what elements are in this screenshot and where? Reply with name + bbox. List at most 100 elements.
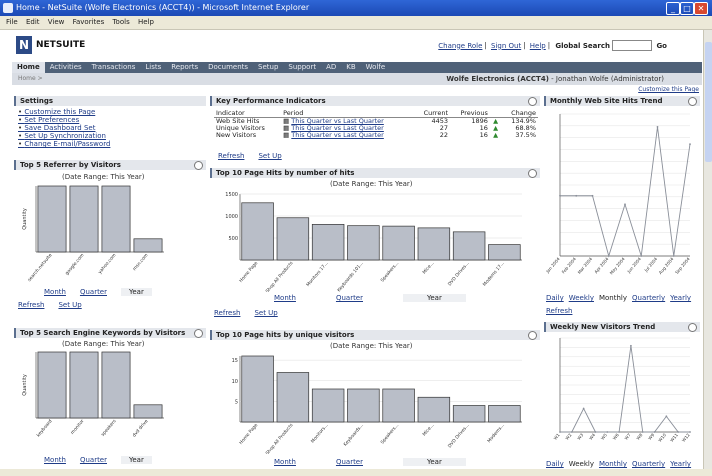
- tab-quarter[interactable]: Quarter: [80, 288, 107, 296]
- help-link[interactable]: Help: [530, 42, 546, 50]
- x-tick-label: Sep 2004: [674, 256, 691, 275]
- menu-tools[interactable]: Tools: [112, 18, 129, 26]
- sign-out-link[interactable]: Sign Out: [491, 42, 521, 50]
- tab-weekly[interactable]: Weekly: [569, 460, 594, 468]
- tab-year[interactable]: Year: [403, 458, 466, 466]
- x-tick-label: Jun 2004: [626, 256, 643, 274]
- portlet-menu-icon[interactable]: [528, 97, 537, 106]
- vertical-scrollbar[interactable]: [703, 30, 712, 476]
- bar: [241, 355, 274, 423]
- tab-monthly[interactable]: Monthly: [599, 294, 627, 302]
- page: N NETSUITE Change Role | Sign Out | Help | …: [4, 30, 703, 476]
- data-point: [641, 431, 644, 433]
- tab-wolfe[interactable]: Wolfe: [361, 62, 391, 73]
- newvisitors-header: Weekly New Visitors Trend: [544, 322, 700, 332]
- tab-year[interactable]: Year: [403, 294, 466, 302]
- minimize-icon[interactable]: _: [666, 2, 680, 15]
- tab-ad[interactable]: AD: [321, 62, 341, 73]
- tab-activities[interactable]: Activities: [45, 62, 87, 73]
- portlet-menu-icon[interactable]: [528, 169, 537, 178]
- refresh-link[interactable]: Refresh: [18, 301, 44, 309]
- tab-quarterly[interactable]: Quarterly: [632, 460, 665, 468]
- portlet-menu-icon[interactable]: [688, 323, 697, 332]
- save-dashboard-link[interactable]: Save Dashboard Set: [18, 124, 110, 132]
- tab-quarter[interactable]: Quarter: [336, 458, 363, 466]
- menu-favorites[interactable]: Favorites: [73, 18, 105, 26]
- tab-month[interactable]: Month: [44, 456, 66, 464]
- y-tick-label: 10: [232, 379, 238, 385]
- menu-file[interactable]: File: [6, 18, 18, 26]
- sub-header: Home > Wolfe Electronics (ACCT4) - Jonat…: [12, 73, 702, 85]
- x-tick-label: Mar 2004: [577, 256, 594, 275]
- webhits-portlet: Monthly Web Site Hits Trend Jan 2004 Feb …: [544, 96, 700, 316]
- tab-quarterly[interactable]: Quarterly: [632, 294, 665, 302]
- tab-daily[interactable]: Daily: [546, 294, 564, 302]
- tab-year[interactable]: Year: [121, 456, 152, 464]
- setup-link[interactable]: Set Up: [58, 301, 81, 309]
- close-icon[interactable]: ✕: [694, 2, 708, 15]
- scrollbar-thumb[interactable]: [705, 42, 712, 162]
- x-tick-label: Feb 2004: [561, 256, 578, 274]
- kpi-period-link[interactable]: This Quarter vs Last Quarter: [291, 131, 384, 139]
- x-tick-label: Speakers...: [380, 422, 401, 445]
- tab-month[interactable]: Month: [274, 458, 296, 466]
- setup-link[interactable]: Set Up: [258, 152, 281, 160]
- date-range-label: (Date Range: This Year): [330, 342, 413, 350]
- x-tick-label: Keyboards 101...: [336, 260, 365, 292]
- bar: [452, 231, 486, 261]
- global-search-input[interactable]: [612, 40, 653, 51]
- bar: [417, 396, 451, 423]
- tab-month[interactable]: Month: [274, 294, 296, 302]
- customize-link[interactable]: Customize this Page: [18, 108, 110, 116]
- kpi-current: 22: [439, 131, 448, 139]
- set-preferences-link[interactable]: Set Preferences: [18, 116, 110, 124]
- menu-edit[interactable]: Edit: [26, 18, 40, 26]
- tab-daily[interactable]: Daily: [546, 460, 564, 468]
- breadcrumb[interactable]: Home >: [18, 75, 43, 82]
- bar: [488, 405, 521, 423]
- tab-weekly[interactable]: Weekly: [569, 294, 594, 302]
- tab-kb[interactable]: KB: [341, 62, 360, 73]
- tab-quarter[interactable]: Quarter: [336, 294, 363, 302]
- menu-help[interactable]: Help: [138, 18, 154, 26]
- portlet-menu-icon[interactable]: [194, 161, 203, 170]
- data-point: [656, 126, 659, 128]
- tab-month[interactable]: Month: [44, 288, 66, 296]
- tab-quarter[interactable]: Quarter: [80, 456, 107, 464]
- refresh-link[interactable]: Refresh: [218, 152, 244, 160]
- tab-documents[interactable]: Documents: [203, 62, 253, 73]
- y-tick-label: 15: [232, 358, 238, 364]
- x-tick-label: Mice...: [421, 422, 435, 437]
- bar: [133, 238, 163, 253]
- refresh-link[interactable]: Refresh: [214, 309, 240, 317]
- change-role-link[interactable]: Change Role: [438, 42, 482, 50]
- tab-support[interactable]: Support: [283, 62, 321, 73]
- tab-yearly[interactable]: Yearly: [670, 294, 691, 302]
- tab-monthly[interactable]: Monthly: [599, 460, 627, 468]
- data-point: [677, 431, 680, 433]
- uniquevisitors-chart: 5 10 15 Home Page Shop All Products Monitors.…: [232, 355, 522, 454]
- portlet-menu-icon[interactable]: [194, 329, 203, 338]
- tab-setup[interactable]: Setup: [253, 62, 283, 73]
- menu-view[interactable]: View: [48, 18, 65, 26]
- tab-year[interactable]: Year: [121, 288, 152, 296]
- tab-home[interactable]: Home: [12, 62, 45, 73]
- portlet-menu-icon[interactable]: [528, 331, 537, 340]
- setup-link[interactable]: Set Up: [254, 309, 277, 317]
- data-point: [607, 255, 610, 257]
- refresh-link[interactable]: Refresh: [546, 307, 572, 315]
- go-button[interactable]: Go: [656, 42, 667, 50]
- set-up-sync-link[interactable]: Set Up Synchronization: [18, 132, 110, 140]
- bar: [69, 351, 99, 419]
- x-tick-label: Mice...: [421, 260, 435, 275]
- change-email-link[interactable]: Change E-mail/Password: [18, 140, 110, 148]
- customize-page-link[interactable]: Customize this Page: [638, 86, 699, 93]
- tab-transactions[interactable]: Transactions: [87, 62, 141, 73]
- maximize-icon[interactable]: □: [680, 2, 694, 15]
- tab-lists[interactable]: Lists: [140, 62, 166, 73]
- portlet-menu-icon[interactable]: [688, 97, 697, 106]
- tab-reports[interactable]: Reports: [166, 62, 203, 73]
- x-tick-label: msn.com: [132, 253, 149, 272]
- tab-yearly[interactable]: Yearly: [670, 460, 691, 468]
- logo-text: NETSUITE: [36, 40, 86, 50]
